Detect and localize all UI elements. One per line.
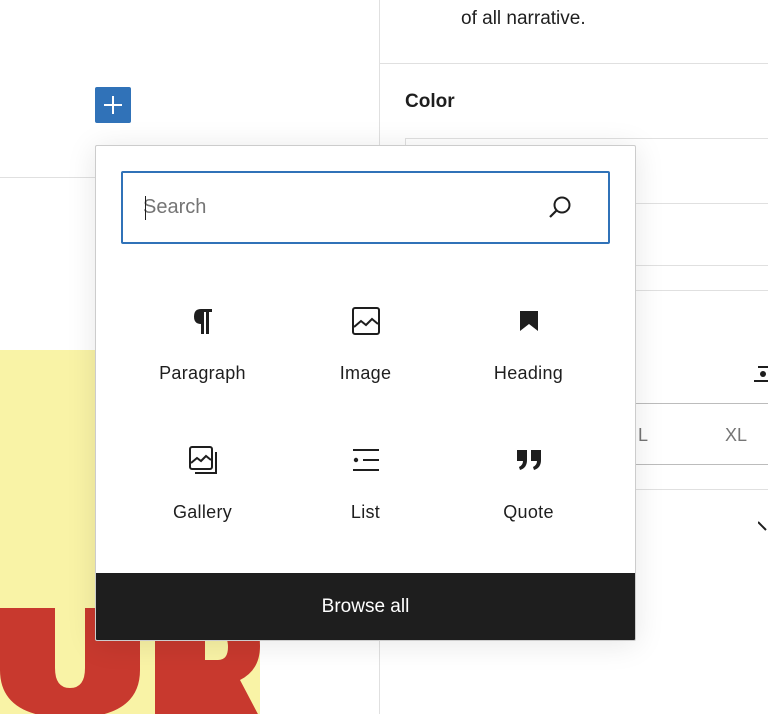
editor-canvas: of all narrative. Color L XL Search Para… (0, 0, 768, 714)
block-label: Image (339, 363, 392, 383)
add-block-button[interactable] (95, 87, 131, 123)
font-size-option-l[interactable]: L (638, 425, 648, 446)
block-option-gallery[interactable]: Gallery (121, 415, 284, 554)
quote-icon (515, 445, 543, 475)
list-icon (352, 445, 380, 475)
paragraph-icon (192, 306, 214, 336)
block-option-quote[interactable]: Quote (447, 415, 610, 554)
block-inserter-popover: Paragraph Image Heading (95, 145, 636, 641)
image-icon (351, 306, 381, 336)
search-input[interactable] (143, 173, 523, 242)
sidebar-description-text: of all narrative. (461, 8, 586, 29)
search-field[interactable] (121, 171, 610, 244)
color-panel-title: Color (405, 91, 455, 112)
block-types-grid: Paragraph Image Heading Gallery List Quo… (121, 276, 610, 554)
block-option-image[interactable]: Image (284, 276, 447, 415)
block-option-paragraph[interactable]: Paragraph (121, 276, 284, 415)
heading-bookmark-icon (518, 306, 540, 336)
block-label: List (350, 502, 381, 522)
plus-icon (104, 96, 122, 114)
block-label: Gallery (172, 502, 233, 522)
block-label: Heading (493, 363, 564, 383)
text-cursor (145, 196, 146, 220)
search-icon[interactable] (547, 194, 573, 220)
font-size-picker (630, 403, 768, 465)
block-label: Quote (503, 502, 554, 522)
block-option-heading[interactable]: Heading (447, 276, 610, 415)
gallery-icon (188, 445, 218, 475)
sidebar-control-icon[interactable] (754, 362, 768, 386)
font-size-option-xl[interactable]: XL (725, 425, 747, 446)
browse-all-button[interactable]: Browse all (96, 573, 635, 640)
sidebar-divider (380, 63, 768, 64)
block-option-list[interactable]: List (284, 415, 447, 554)
chevron-down-icon[interactable] (758, 518, 768, 536)
block-label: Paragraph (159, 363, 246, 383)
